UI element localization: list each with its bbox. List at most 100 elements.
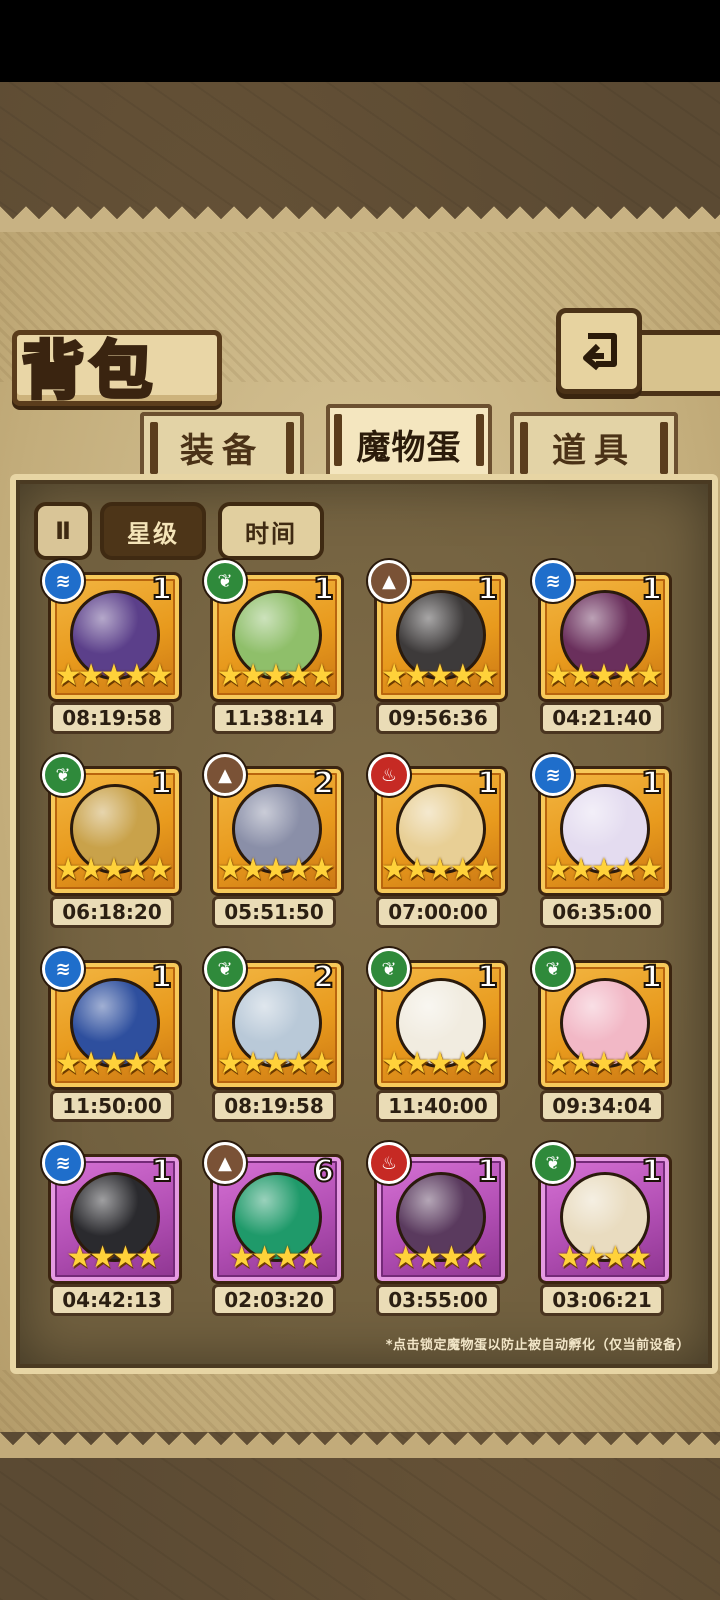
parchment-edge-top <box>0 206 720 232</box>
hatch-timer: 11:38:14 <box>212 702 336 734</box>
hatch-timer: 03:55:00 <box>376 1284 500 1316</box>
hatch-timer: 02:03:20 <box>212 1284 336 1316</box>
tab-post <box>520 422 528 474</box>
hatch-timer: 05:51:50 <box>212 896 336 928</box>
earth-element-icon: ▲ <box>368 560 410 602</box>
water-element-icon: ≋ <box>532 754 574 796</box>
egg-count: 1 <box>476 765 499 802</box>
grass-element-icon: ❦ <box>532 948 574 990</box>
egg-card[interactable]: ≋ 1 ★★★★★ 04:21:40 <box>532 560 672 736</box>
star-rating: ★★★★★ <box>54 852 173 887</box>
star-rating: ★★★★★ <box>544 1046 663 1081</box>
parchment-edge-bottom <box>0 1432 720 1458</box>
grass-element-icon: ❦ <box>204 560 246 602</box>
parchment-texture-bottom <box>0 1370 720 1432</box>
hatch-timer: 04:42:13 <box>50 1284 174 1316</box>
egg-count: 1 <box>476 571 499 608</box>
water-element-icon: ≋ <box>532 560 574 602</box>
hatch-timer: 09:34:04 <box>540 1090 664 1122</box>
tab-post <box>476 414 484 466</box>
egg-card[interactable]: ≋ 1 ★★★★★ 08:19:58 <box>42 560 182 736</box>
tab-label: 魔物蛋 <box>356 427 462 468</box>
fire-element-icon: ♨ <box>368 754 410 796</box>
grass-element-icon: ❦ <box>532 1142 574 1184</box>
star-rating: ★★★★★ <box>216 1046 335 1081</box>
earth-element-icon: ▲ <box>204 754 246 796</box>
egg-count: 2 <box>312 959 335 996</box>
tab-monster-eggs[interactable]: 魔物蛋 <box>326 404 492 480</box>
tab-label: 道具 <box>552 430 636 471</box>
tab-label: 装备 <box>180 430 264 471</box>
hatch-timer: 07:00:00 <box>376 896 500 928</box>
sort-toggle-icon: Ⅱ <box>55 517 71 545</box>
egg-card[interactable]: ▲ 6 ★★★★ 02:03:20 <box>204 1142 344 1318</box>
tab-post <box>150 422 158 474</box>
star-rating: ★★★★★ <box>54 1046 173 1081</box>
fire-element-icon: ♨ <box>368 1142 410 1184</box>
star-rating: ★★★★★ <box>380 1046 499 1081</box>
egg-card[interactable]: ▲ 1 ★★★★★ 09:56:36 <box>368 560 508 736</box>
hatch-timer: 11:50:00 <box>50 1090 174 1122</box>
grass-element-icon: ❦ <box>204 948 246 990</box>
star-rating: ★★★★★ <box>216 658 335 693</box>
water-element-icon: ≋ <box>42 948 84 990</box>
grass-element-icon: ❦ <box>368 948 410 990</box>
water-element-icon: ≋ <box>42 560 84 602</box>
star-rating: ★★★★ <box>392 1240 488 1275</box>
egg-card[interactable]: ▲ 2 ★★★★★ 05:51:50 <box>204 754 344 930</box>
water-element-icon: ≋ <box>42 1142 84 1184</box>
egg-card[interactable]: ≋ 1 ★★★★★ 11:50:00 <box>42 948 182 1124</box>
star-rating: ★★★★★ <box>544 852 663 887</box>
hatch-timer: 09:56:36 <box>376 702 500 734</box>
tab-post <box>660 422 668 474</box>
star-rating: ★★★★★ <box>380 658 499 693</box>
egg-card[interactable]: ❦ 1 ★★★★★ 09:34:04 <box>532 948 672 1124</box>
egg-card[interactable]: ❦ 2 ★★★★★ 08:19:58 <box>204 948 344 1124</box>
egg-card[interactable]: ❦ 1 ★★★★★ 11:38:14 <box>204 560 344 736</box>
egg-count: 1 <box>640 765 663 802</box>
lock-hint: *点击锁定魔物蛋以防止被自动孵化（仅当前设备） <box>385 1338 690 1353</box>
filter-time-button[interactable]: 时间 <box>218 502 324 560</box>
hatch-timer: 06:35:00 <box>540 896 664 928</box>
egg-card[interactable]: ❦ 1 ★★★★★ 11:40:00 <box>368 948 508 1124</box>
hatch-timer: 08:19:58 <box>50 702 174 734</box>
egg-card[interactable]: ♨ 1 ★★★★★ 07:00:00 <box>368 754 508 930</box>
tab-post <box>334 414 342 466</box>
tab-equipment[interactable]: 装备 <box>140 412 304 478</box>
grass-element-icon: ❦ <box>42 754 84 796</box>
sort-order-button[interactable]: Ⅱ <box>34 502 92 560</box>
star-rating: ★★★★ <box>66 1240 162 1275</box>
egg-card[interactable]: ≋ 1 ★★★★★ 06:35:00 <box>532 754 672 930</box>
hatch-timer: 11:40:00 <box>376 1090 500 1122</box>
back-button[interactable] <box>556 308 642 394</box>
egg-count: 6 <box>312 1153 335 1190</box>
back-arrow-icon <box>583 333 617 371</box>
filter-star-button[interactable]: 星级 <box>100 502 206 560</box>
egg-count: 1 <box>150 959 173 996</box>
hatch-timer: 08:19:58 <box>212 1090 336 1122</box>
egg-card[interactable]: ♨ 1 ★★★★ 03:55:00 <box>368 1142 508 1318</box>
tab-items[interactable]: 道具 <box>510 412 678 478</box>
hatch-timer: 03:06:21 <box>540 1284 664 1316</box>
egg-card[interactable]: ❦ 1 ★★★★★ 06:18:20 <box>42 754 182 930</box>
egg-count: 1 <box>640 1153 663 1190</box>
star-rating: ★★★★★ <box>544 658 663 693</box>
egg-count: 1 <box>312 571 335 608</box>
egg-count: 1 <box>150 571 173 608</box>
egg-card[interactable]: ❦ 1 ★★★★ 03:06:21 <box>532 1142 672 1318</box>
page-title: 背包 <box>20 332 159 409</box>
star-rating: ★★★★★ <box>216 852 335 887</box>
star-rating: ★★★★★ <box>380 852 499 887</box>
status-bar <box>0 0 720 82</box>
egg-count: 1 <box>150 1153 173 1190</box>
egg-card[interactable]: ≋ 1 ★★★★ 04:42:13 <box>42 1142 182 1318</box>
hatch-timer: 06:18:20 <box>50 896 174 928</box>
egg-count: 1 <box>150 765 173 802</box>
egg-count: 2 <box>312 765 335 802</box>
egg-count: 1 <box>476 1153 499 1190</box>
earth-element-icon: ▲ <box>204 1142 246 1184</box>
hatch-timer: 04:21:40 <box>540 702 664 734</box>
tab-post <box>286 422 294 474</box>
egg-count: 1 <box>476 959 499 996</box>
egg-count: 1 <box>640 571 663 608</box>
